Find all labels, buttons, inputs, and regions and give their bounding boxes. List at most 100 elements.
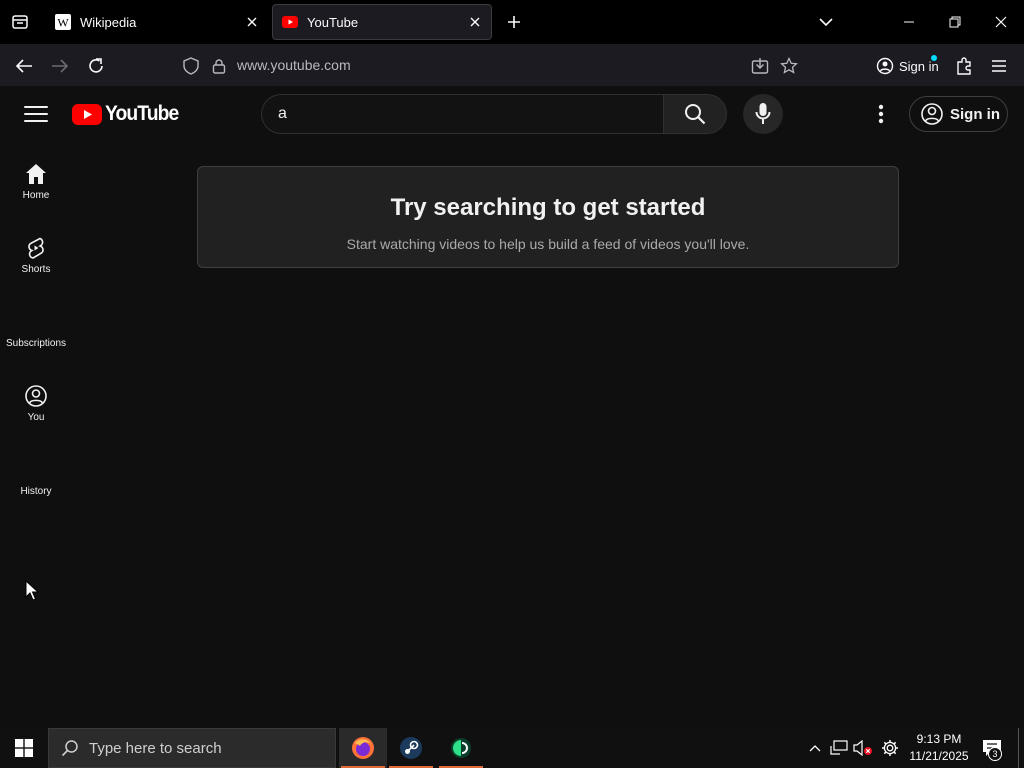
guide-item-history[interactable]: History — [0, 482, 72, 497]
firefox-account-button[interactable]: Sign in — [870, 52, 942, 80]
volume-muted-icon — [853, 740, 872, 756]
clock-date: 11/21/2025 — [909, 749, 969, 763]
reload-button[interactable] — [83, 53, 109, 79]
youtube-icon — [282, 14, 298, 30]
hamburger-icon-line — [24, 113, 48, 115]
guide-item-label: Subscriptions — [5, 338, 67, 349]
start-button[interactable] — [0, 728, 48, 768]
chevron-down-icon — [819, 18, 833, 27]
notification-dot — [931, 55, 937, 61]
new-tab-button[interactable] — [502, 10, 526, 34]
account-icon — [921, 103, 943, 125]
settings-menu-button[interactable] — [869, 102, 893, 126]
browser-nav-bar: www.youtube.com Sign in — [0, 44, 1024, 86]
forward-button[interactable] — [47, 53, 73, 79]
account-icon — [876, 57, 894, 75]
guide-item-label: History — [20, 486, 52, 497]
prompt-title: Try searching to get started — [390, 194, 706, 221]
taskbar-search-box[interactable]: Type here to search — [48, 728, 336, 768]
gear-icon — [882, 740, 898, 756]
app-menu-button[interactable] — [986, 53, 1012, 79]
arrow-left-icon — [15, 59, 32, 73]
microphone-icon — [755, 103, 771, 124]
browser-tab-bar: W Wikipedia YouTube — [0, 0, 1024, 44]
guide-item-shorts[interactable]: Shorts — [0, 236, 72, 275]
bookmark-button[interactable] — [776, 53, 802, 79]
taskbar-app-other[interactable] — [437, 728, 485, 768]
search-icon — [685, 104, 706, 125]
reload-icon — [89, 58, 103, 73]
close-window-button[interactable] — [987, 8, 1015, 36]
star-icon — [780, 57, 798, 74]
guide-item-label: You — [27, 412, 45, 423]
guide-item-label: Shorts — [21, 264, 51, 275]
you-icon — [25, 385, 47, 407]
windows-logo-icon — [15, 739, 33, 757]
notification-count-badge: 3 — [988, 747, 1002, 761]
guide-item-label: Home — [22, 190, 50, 201]
url-bar[interactable]: www.youtube.com — [237, 57, 351, 73]
youtube-wordmark: YouTube — [105, 102, 179, 125]
shorts-icon — [28, 237, 44, 259]
guide-item-home[interactable]: Home — [0, 162, 72, 201]
volume-button[interactable] — [852, 728, 874, 768]
tab-close-button[interactable] — [463, 10, 487, 34]
guide-item-subscriptions[interactable]: Subscriptions — [0, 334, 72, 349]
back-button[interactable] — [11, 53, 37, 79]
hamburger-icon — [992, 60, 1006, 72]
system-clock[interactable]: 9:13 PM 11/21/2025 — [904, 731, 974, 765]
tab-close-button[interactable] — [240, 10, 264, 34]
close-icon — [995, 16, 1007, 28]
youtube-logo[interactable]: YouTube — [72, 102, 185, 126]
shield-icon — [183, 57, 199, 75]
search-box[interactable] — [261, 94, 664, 134]
kebab-menu-icon — [878, 104, 884, 124]
restore-button[interactable] — [941, 8, 969, 36]
clock-time: 9:13 PM — [916, 732, 962, 746]
search-input[interactable] — [278, 105, 664, 123]
search-button[interactable] — [663, 94, 727, 134]
list-all-tabs-button[interactable] — [812, 8, 840, 36]
feed-empty-prompt: Try searching to get started Start watch… — [197, 166, 899, 268]
guide-menu-button[interactable] — [22, 102, 50, 126]
tab-youtube[interactable]: YouTube — [272, 4, 492, 40]
guide-item-you[interactable]: You — [0, 384, 72, 423]
app-icon — [451, 738, 471, 758]
show-hidden-icons-button[interactable] — [804, 728, 826, 768]
taskbar-app-steam[interactable] — [387, 728, 435, 768]
prompt-subtitle: Start watching videos to help us build a… — [346, 236, 750, 252]
minimize-icon — [904, 21, 914, 23]
tracking-protection-button[interactable] — [178, 53, 204, 79]
tab-title: YouTube — [307, 14, 359, 30]
settings-tray-button[interactable] — [878, 728, 902, 768]
action-center-button[interactable]: 3 — [978, 734, 1006, 762]
chevron-up-icon — [809, 745, 821, 752]
show-desktop-button[interactable] — [1018, 728, 1020, 768]
hamburger-icon-line — [24, 106, 48, 108]
minimize-button[interactable] — [895, 8, 923, 36]
hamburger-icon-line — [24, 120, 48, 122]
site-info-button[interactable] — [206, 53, 232, 79]
youtube-masthead: YouTube Sign in — [0, 86, 1024, 142]
youtube-signin-button[interactable]: Sign in — [909, 96, 1008, 132]
youtube-play-icon — [72, 103, 102, 125]
windows-taskbar: Type here to search 9:13 PM 11/21/2025 3 — [0, 728, 1024, 768]
firefox-view-button[interactable] — [8, 10, 32, 34]
steam-icon — [400, 737, 422, 759]
firefox-view-icon — [12, 15, 28, 29]
home-icon — [26, 164, 46, 184]
firefox-icon — [352, 737, 374, 759]
plus-icon — [508, 16, 520, 28]
extensions-button[interactable] — [951, 53, 977, 79]
lock-icon — [212, 59, 226, 74]
save-to-pocket-button[interactable] — [747, 53, 773, 79]
voice-search-button[interactable] — [743, 94, 783, 134]
taskbar-app-firefox[interactable] — [339, 728, 387, 768]
close-icon — [247, 17, 257, 27]
puzzle-icon — [957, 57, 971, 75]
network-button[interactable] — [828, 728, 850, 768]
taskbar-search-placeholder: Type here to search — [89, 739, 222, 757]
mouse-cursor-icon — [25, 580, 39, 601]
download-icon — [751, 58, 769, 74]
tab-wikipedia[interactable]: W Wikipedia — [46, 4, 268, 40]
